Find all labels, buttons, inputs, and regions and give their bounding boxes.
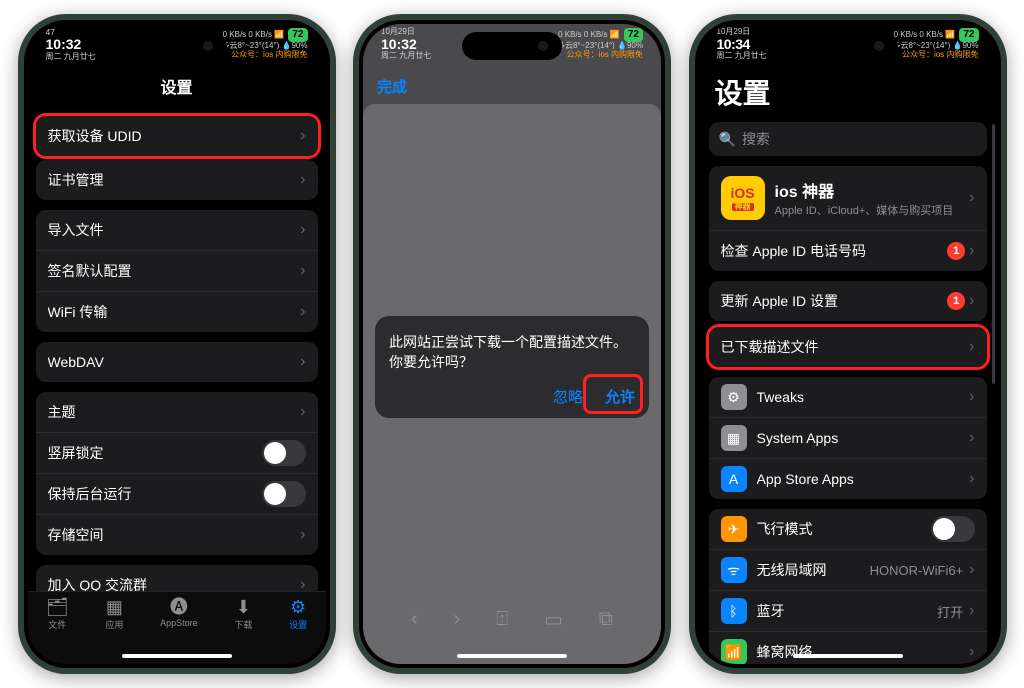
home-indicator[interactable] [457,654,567,658]
search-input[interactable]: 🔍 搜索 [709,122,987,156]
notch [127,32,227,60]
row-import-file[interactable]: 导入文件› [36,210,318,250]
page-title: 设置 [709,66,987,114]
row-appstore-apps[interactable]: A App Store Apps› [709,458,987,499]
wifi-icon: ᯤ [721,557,747,583]
apple-id-row[interactable]: iOS神器 ios 神器 Apple ID、iCloud+、媒体与购买项目 › [709,166,987,230]
phone-3: 10月29日 10:34 周二 九月廿七 0 KB/s 0 KB/s 📶 72 … [689,14,1007,674]
row-theme[interactable]: 主题› [36,392,318,432]
folder-icon: 🗂 [46,598,69,616]
forward-icon[interactable]: › [454,608,461,631]
row-cellular[interactable]: 📶 蜂窝网络› [709,631,987,664]
row-get-udid[interactable]: 获取设备 UDID› [36,116,318,156]
appstore-icon: A [721,466,747,492]
apps-icon: ▦ [721,425,747,451]
group-udid: 获取设备 UDID› [36,116,318,156]
badge-1: 1 [947,242,965,260]
row-join-qq[interactable]: 加入 QQ 交流群› [36,565,318,591]
home-indicator[interactable] [793,654,903,658]
tab-files[interactable]: 🗂文件 [46,598,69,631]
chevron-right-icon: › [300,172,305,188]
tab-appstore[interactable]: 🅐AppStore [160,598,198,628]
download-profile-alert: 此网站正尝试下载一个配置描述文件。你要允许吗？ 忽略 允许 [375,316,649,418]
tab-apps[interactable]: ▦应用 [105,598,123,631]
row-check-phone[interactable]: 检查 Apple ID 电话号码 1 › [709,230,987,271]
row-wifi[interactable]: ᯤ 无线局域网 HONOR-WiFi6+› [709,549,987,590]
search-placeholder: 搜索 [742,129,770,149]
appstore-icon: 🅐 [170,598,188,616]
apple-id-name: ios 神器 [775,178,960,202]
settings-scroll[interactable]: 获取设备 UDID› 证书管理› 导入文件› 签名默认配置› WiFi 传输› … [28,106,326,591]
airplane-icon: ✈ [721,516,747,542]
antenna-icon: 📶 [721,639,747,664]
row-tweaks[interactable]: ⚙ Tweaks› [709,377,987,417]
toggle-airplane[interactable] [931,516,975,542]
row-storage[interactable]: 存储空间› [36,514,318,555]
phone-2: 10月29日 10:32 周二 九月廿七 0 KB/s 0 KB/s 📶 72 … [353,14,671,674]
apple-id-sub: Apple ID、iCloud+、媒体与购买项目 [775,202,960,218]
tab-settings[interactable]: ⚙设置 [289,598,307,631]
phone-1: 47 10:32 周二 九月廿七 0 KB/s 0 KB/s 📶 72 ☁ 大部… [18,14,336,674]
toggle-orientation[interactable] [262,440,306,466]
ios-settings-scroll[interactable]: 设置 🔍 搜索 iOS神器 ios 神器 Apple ID、iCloud+、媒体… [699,66,997,664]
apple-id-avatar: iOS神器 [721,176,765,220]
row-webdav[interactable]: WebDAV› [36,342,318,382]
modal-nav: 完成 [363,66,661,106]
alert-ignore-button[interactable]: 忽略 [553,387,583,409]
row-orientation-lock[interactable]: 竖屏锁定 [36,432,318,473]
search-icon: 🔍 [719,131,736,148]
row-airplane[interactable]: ✈ 飞行模式 [709,509,987,549]
row-bluetooth[interactable]: ᛒ 蓝牙 打开› [709,590,987,631]
scrollbar[interactable] [992,124,995,384]
bluetooth-icon: ᛒ [721,598,747,624]
done-button[interactable]: 完成 [377,76,407,97]
row-system-apps[interactable]: ▦ System Apps› [709,417,987,458]
back-icon[interactable]: ‹ [411,608,418,631]
row-cert-mgmt[interactable]: 证书管理› [36,160,318,200]
toggle-background[interactable] [262,481,306,507]
download-icon: ⬇ [236,598,251,616]
row-keep-background[interactable]: 保持后台运行 [36,473,318,514]
notch [798,32,898,60]
alert-message: 此网站正尝试下载一个配置描述文件。你要允许吗？ [389,332,635,373]
page-title: 设置 [28,66,326,106]
share-icon[interactable]: ⍐ [496,608,508,631]
tabs-icon[interactable]: ⧉ [599,608,613,631]
notch [462,32,562,60]
row-update-appleid[interactable]: 更新 Apple ID 设置 1 › [709,281,987,321]
chevron-right-icon: › [300,128,305,144]
row-downloaded-profile[interactable]: 已下载描述文件› [709,327,987,367]
tab-downloads[interactable]: ⬇下载 [234,598,252,631]
apps-icon: ▦ [106,598,123,616]
row-sign-default[interactable]: 签名默认配置› [36,250,318,291]
badge-1: 1 [947,292,965,310]
bookmarks-icon[interactable]: ▭ [544,607,563,632]
row-wifi-transfer[interactable]: WiFi 传输› [36,291,318,332]
home-indicator[interactable] [122,654,232,658]
gear-icon: ⚙ [721,384,747,410]
highlight-allow [583,374,643,414]
gear-icon: ⚙ [290,598,306,616]
